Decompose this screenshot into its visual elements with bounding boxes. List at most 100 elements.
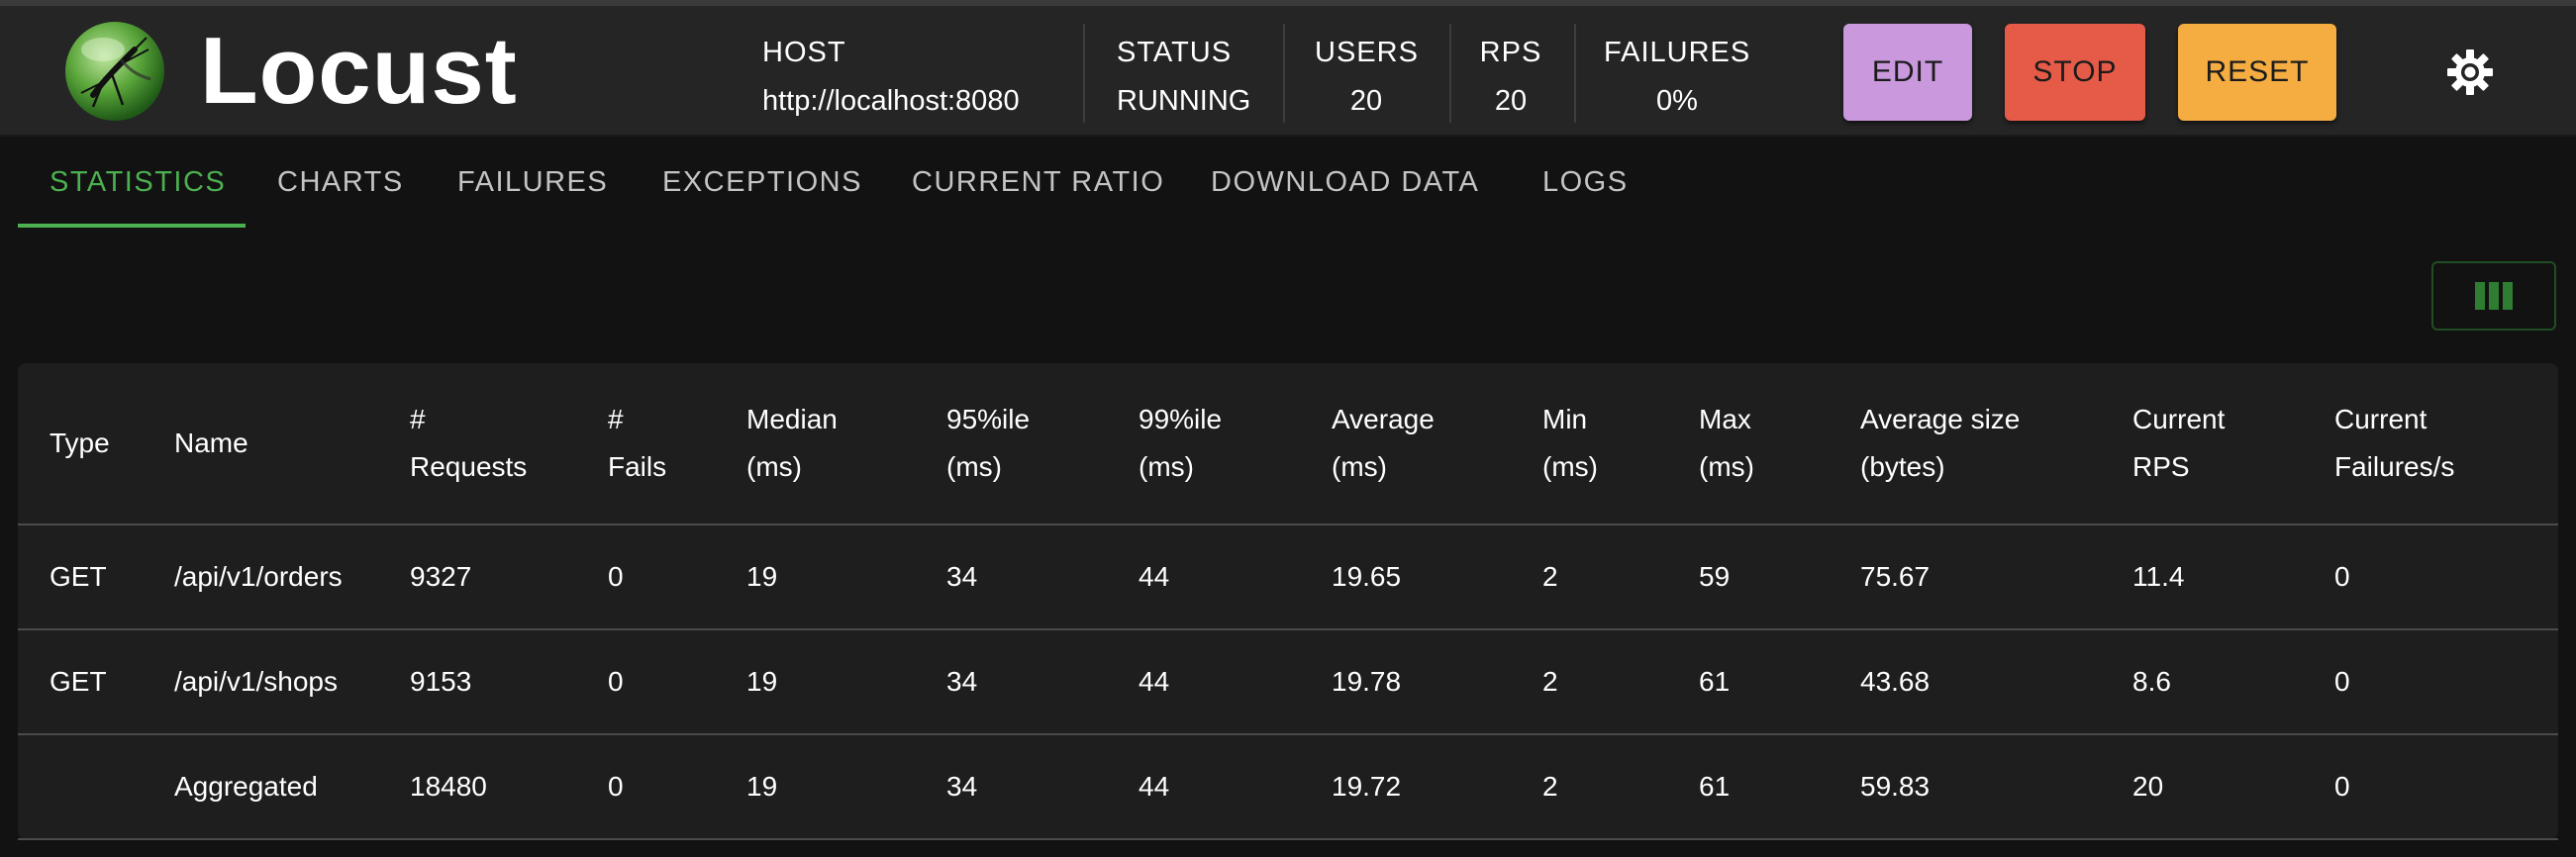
column-header-max[interactable]: Max (ms): [1699, 396, 1754, 491]
navbar: Locust HOST http://localhost:8080 STATUS…: [0, 6, 2576, 137]
column-selector-button[interactable]: [2431, 261, 2556, 331]
tab-current-ratio[interactable]: CURRENT RATIO: [912, 137, 1164, 228]
column-header-95ile[interactable]: 95%ile (ms): [946, 396, 1030, 491]
rps-stat: RPS 20: [1479, 28, 1542, 125]
column-header-current-rps[interactable]: Current RPS: [2132, 396, 2225, 491]
cell-fails: 0: [608, 666, 624, 697]
stop-button[interactable]: STOP: [2005, 24, 2145, 121]
header-line: Failures/s: [2334, 451, 2455, 482]
stat-divider: [1574, 24, 1576, 123]
stat-divider: [1283, 24, 1285, 123]
column-header-requests[interactable]: # Requests: [410, 396, 527, 491]
stat-divider: [1449, 24, 1451, 123]
stat-divider: [1083, 24, 1085, 123]
locust-logo-icon[interactable]: [63, 20, 166, 123]
cell-min: 2: [1542, 561, 1558, 592]
statistics-table: Type Name # Requests # Fails Median (ms)…: [18, 363, 2558, 840]
tab-exceptions[interactable]: EXCEPTIONS: [662, 137, 862, 228]
status-value: RUNNING: [1117, 85, 1251, 117]
theme-toggle-icon[interactable]: [2445, 48, 2495, 97]
users-label: USERS: [1315, 37, 1419, 68]
column-header-min[interactable]: Min (ms): [1542, 396, 1598, 491]
edit-button[interactable]: EDIT: [1843, 24, 1972, 121]
cell-average-size: 43.68: [1860, 666, 1931, 697]
users-value: 20: [1349, 85, 1383, 117]
cell-current-failures: 0: [2334, 666, 2350, 697]
cell-name: /api/v1/orders: [174, 561, 343, 592]
header-line: Fails: [608, 451, 667, 482]
cell-95ile: 34: [946, 561, 978, 592]
header-line: 99%ile: [1139, 404, 1223, 434]
header-line: (ms): [1139, 451, 1194, 482]
status-stat: STATUS RUNNING: [1117, 28, 1250, 125]
cell-max: 61: [1699, 771, 1731, 802]
host-label: HOST: [762, 37, 846, 68]
column-header-type[interactable]: Type: [50, 420, 110, 467]
tab-statistics[interactable]: STATISTICS: [50, 137, 226, 228]
cell-99ile: 44: [1139, 666, 1170, 697]
header-line: Average size: [1860, 404, 2021, 434]
host-stat: HOST http://localhost:8080: [762, 28, 1020, 125]
column-header-name[interactable]: Name: [174, 420, 248, 467]
status-label: STATUS: [1117, 37, 1233, 68]
cell-average: 19.78: [1332, 666, 1402, 697]
header-line: (ms): [1332, 451, 1387, 482]
cell-name: /api/v1/shops: [174, 666, 338, 697]
header-line: (ms): [1542, 451, 1598, 482]
cell-current-failures: 0: [2334, 561, 2350, 592]
column-header-99ile[interactable]: 99%ile (ms): [1139, 396, 1222, 491]
cell-requests: 18480: [410, 771, 487, 802]
cell-name: Aggregated: [174, 771, 318, 802]
header-line: RPS: [2132, 451, 2190, 482]
cell-requests: 9153: [410, 666, 472, 697]
header-line: Average: [1332, 404, 1435, 434]
cell-average: 19.65: [1332, 561, 1402, 592]
header-line: Current: [2334, 404, 2427, 434]
cell-99ile: 44: [1139, 561, 1170, 592]
view-column-icon: [2475, 282, 2513, 310]
failures-stat: FAILURES 0%: [1604, 28, 1750, 125]
main-tabs: STATISTICS CHARTS FAILURES EXCEPTIONS CU…: [0, 137, 2576, 230]
table-row: GET /api/v1/shops 9153 0 19 34 44 19.78 …: [18, 630, 2558, 735]
header-line: Median: [746, 404, 838, 434]
failures-label: FAILURES: [1604, 37, 1751, 68]
header-line: #: [410, 404, 426, 434]
cell-99ile: 44: [1139, 771, 1170, 802]
reset-button[interactable]: RESET: [2178, 24, 2336, 121]
column-header-median[interactable]: Median (ms): [746, 396, 838, 491]
cell-average-size: 75.67: [1860, 561, 1931, 592]
cell-median: 19: [746, 666, 778, 697]
header-line: Current: [2132, 404, 2226, 434]
column-header-average[interactable]: Average (ms): [1332, 396, 1435, 491]
brand-title: Locust: [200, 18, 518, 124]
tab-download-data[interactable]: DOWNLOAD DATA: [1211, 137, 1479, 228]
header-line: (ms): [746, 451, 802, 482]
table-row: GET /api/v1/orders 9327 0 19 34 44 19.65…: [18, 525, 2558, 630]
rps-value: 20: [1494, 85, 1528, 117]
cell-current-failures: 0: [2334, 771, 2350, 802]
cell-fails: 0: [608, 561, 624, 592]
column-header-current-failures[interactable]: Current Failures/s: [2334, 396, 2454, 491]
tab-failures[interactable]: FAILURES: [457, 137, 608, 228]
rps-label: RPS: [1479, 37, 1542, 68]
column-header-fails[interactable]: # Fails: [608, 396, 666, 491]
cell-95ile: 34: [946, 666, 978, 697]
table-row-aggregated: Aggregated 18480 0 19 34 44 19.72 2 61 5…: [18, 735, 2558, 840]
users-stat: USERS 20: [1315, 28, 1418, 125]
header-line: (ms): [946, 451, 1002, 482]
cell-current-rps: 20: [2132, 771, 2164, 802]
cell-type: GET: [50, 666, 107, 697]
cell-max: 59: [1699, 561, 1731, 592]
cell-current-rps: 8.6: [2132, 666, 2171, 697]
tab-logs[interactable]: LOGS: [1542, 137, 1629, 228]
cell-requests: 9327: [410, 561, 472, 592]
cell-min: 2: [1542, 666, 1558, 697]
tab-charts[interactable]: CHARTS: [277, 137, 404, 228]
cell-max: 61: [1699, 666, 1731, 697]
cell-median: 19: [746, 771, 778, 802]
header-line: #: [608, 404, 624, 434]
host-value: http://localhost:8080: [762, 85, 1020, 117]
header-line: 95%ile: [946, 404, 1031, 434]
column-header-average-size[interactable]: Average size (bytes): [1860, 396, 2020, 491]
cell-type: GET: [50, 561, 107, 592]
